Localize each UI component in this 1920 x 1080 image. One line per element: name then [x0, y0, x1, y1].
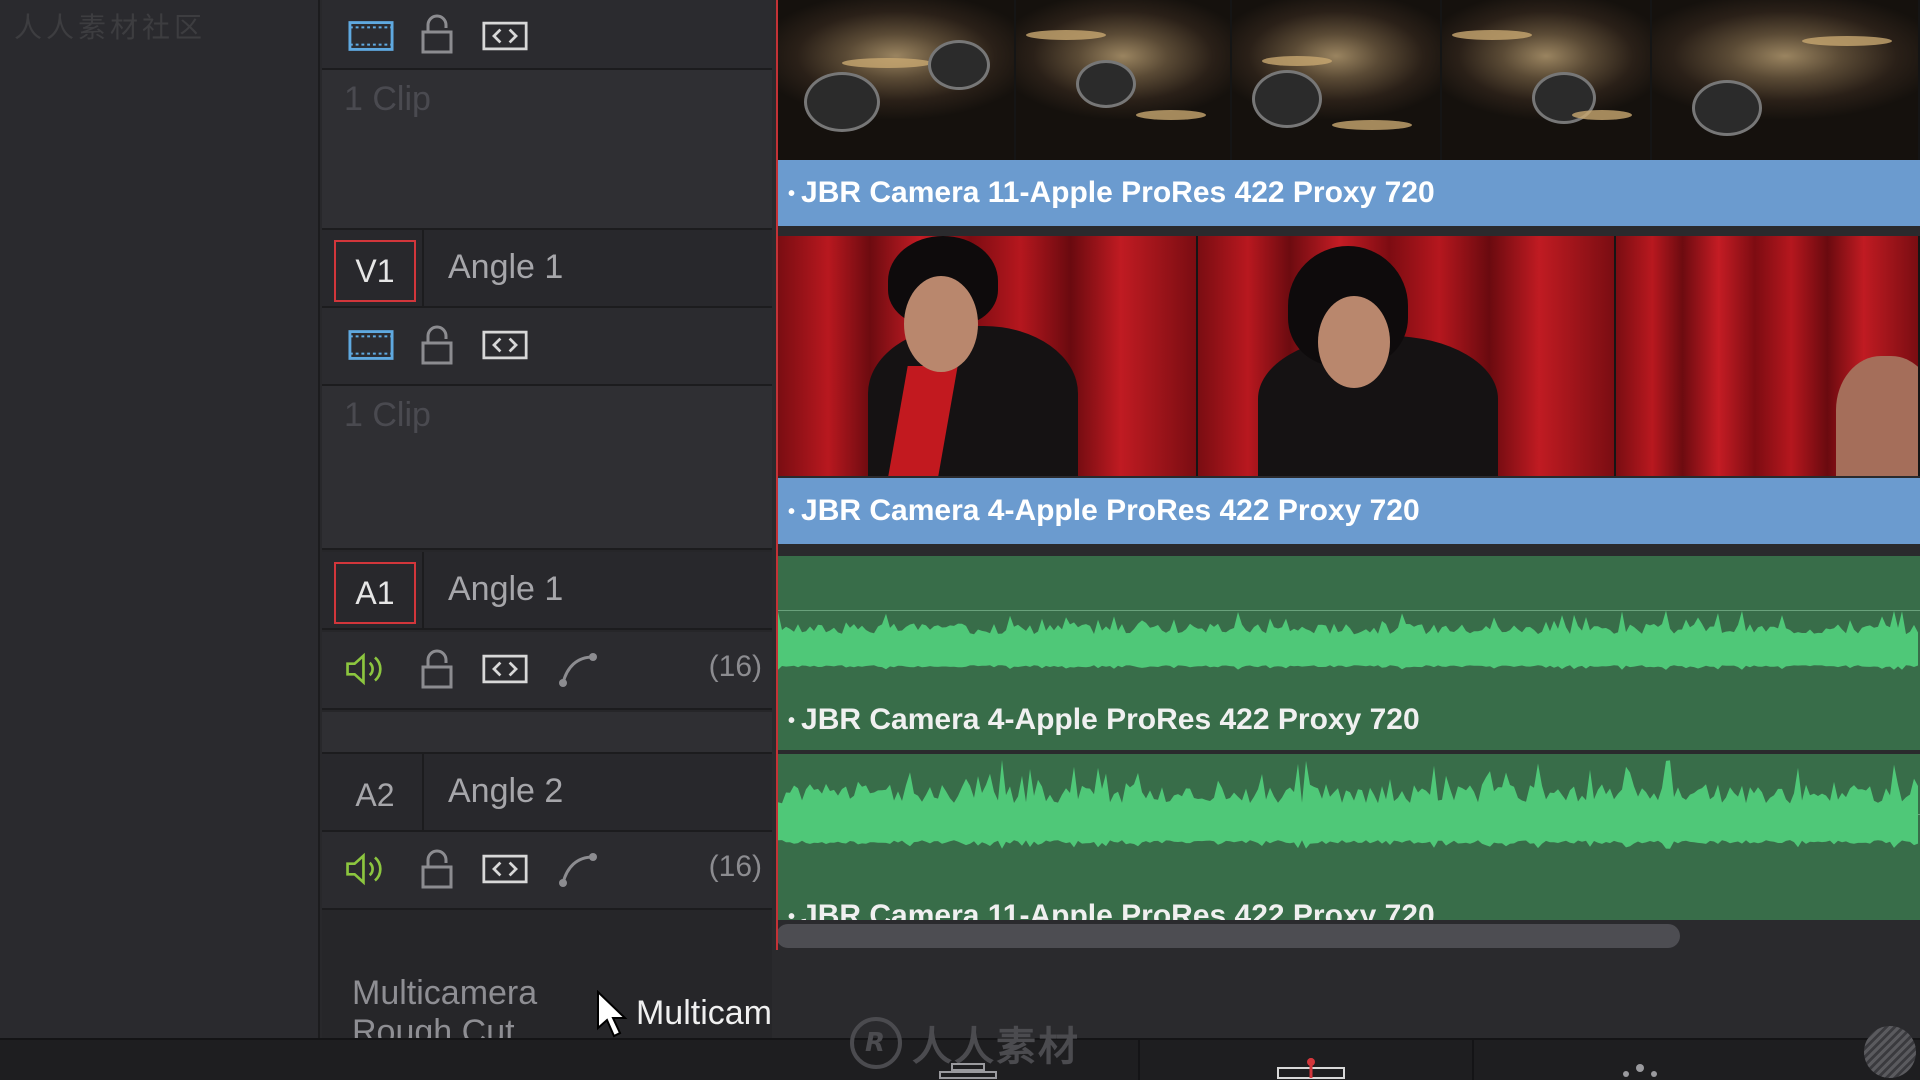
- edit-page-icon[interactable]: [1276, 1058, 1346, 1080]
- film-strip-icon[interactable]: [348, 16, 394, 56]
- divider: [422, 230, 424, 308]
- fusion-page-icon[interactable]: [1616, 1060, 1666, 1080]
- track-a1-header[interactable]: A1 Angle 1: [322, 552, 772, 630]
- clip-count: 1 Clip: [344, 396, 431, 434]
- lock-icon[interactable]: [414, 325, 460, 365]
- clip-name: JBR Camera 4-Apple ProRes 422 Proxy 720: [801, 494, 1420, 527]
- track-name-a2[interactable]: Angle 2: [448, 772, 563, 811]
- auto-select-icon[interactable]: [482, 649, 528, 689]
- resolve-logo-icon: [1864, 1026, 1916, 1078]
- watermark: 人人素材社区: [14, 11, 207, 44]
- auto-select-icon[interactable]: [482, 325, 528, 365]
- left-panel: 人人素材社区: [0, 0, 320, 1038]
- track-header-panel: 1 Clip V1 Angle 1 1 Clip A1 Angle 1 (16)…: [322, 0, 772, 1051]
- lock-icon[interactable]: [414, 649, 460, 689]
- auto-select-icon[interactable]: [482, 16, 528, 56]
- auto-select-icon[interactable]: [482, 849, 528, 889]
- track-v1-header[interactable]: V1 Angle 1: [322, 230, 772, 308]
- watermark-logo-icon: R: [850, 1017, 902, 1069]
- thumbnail: [1616, 236, 1920, 476]
- thumbnail: [778, 0, 1016, 160]
- curve-icon[interactable]: [556, 849, 602, 889]
- clip-name: JBR Camera 11-Apple ProRes 422 Proxy 720: [801, 899, 1435, 920]
- clip-label: • JBR Camera 11-Apple ProRes 422 Proxy 72…: [778, 886, 1920, 920]
- channel-count: (16): [708, 850, 762, 883]
- clip-count: 1 Clip: [344, 80, 431, 118]
- track-a2-controls: (16): [322, 832, 772, 910]
- resolve-multicam-timeline: 人人素材社区 1 Clip V1 Angle 1 1 Clip A1 Angle…: [0, 0, 1920, 1080]
- track-v1-controls: [322, 308, 772, 386]
- thumbnail: [1232, 0, 1442, 160]
- track-v2-controls: [322, 0, 772, 70]
- thumbnail: [1198, 236, 1616, 476]
- clip-label: • JBR Camera 4-Apple ProRes 422 Proxy 720: [778, 690, 1920, 750]
- clip-name: JBR Camera 11-Apple ProRes 422 Proxy 720: [801, 176, 1435, 209]
- divider: [422, 754, 424, 832]
- breadcrumb-current: Multicam: [635, 993, 772, 1032]
- track-a2-header[interactable]: A2 Angle 2: [322, 754, 772, 832]
- audio-clip-a2[interactable]: • JBR Camera 11-Apple ProRes 422 Proxy 72…: [778, 754, 1920, 920]
- track-tag-a1[interactable]: A1: [334, 562, 416, 624]
- track-name-v1[interactable]: Angle 1: [448, 248, 563, 287]
- thumbnail: [1442, 0, 1652, 160]
- audio-clip-a1[interactable]: • JBR Camera 4-Apple ProRes 422 Proxy 720: [778, 556, 1920, 750]
- thumbnail: [1652, 0, 1920, 160]
- clip-name: JBR Camera 4-Apple ProRes 422 Proxy 720: [801, 703, 1420, 736]
- divider: [422, 552, 424, 630]
- playhead[interactable]: [776, 0, 778, 950]
- track-tag-a2[interactable]: A2: [334, 764, 416, 826]
- waveform: [778, 610, 1918, 670]
- channel-count: (16): [708, 650, 762, 683]
- lock-icon[interactable]: [414, 14, 460, 54]
- track-name-a1[interactable]: Angle 1: [448, 570, 563, 609]
- video-clip-v1[interactable]: • JBR Camera 4-Apple ProRes 422 Proxy 720: [778, 236, 1920, 544]
- mouse-cursor-icon: [596, 989, 630, 1045]
- track-a1-spacer: [322, 712, 772, 754]
- horizontal-scrollbar[interactable]: [776, 924, 1680, 948]
- page-icon[interactable]: [936, 1060, 1000, 1080]
- film-strip-icon[interactable]: [348, 325, 394, 365]
- track-v2-clip-area: 1 Clip: [322, 70, 772, 230]
- waveform: [778, 759, 1918, 849]
- clip-thumbnails: [778, 0, 1920, 160]
- thumbnail: [1016, 0, 1232, 160]
- thumbnail: [778, 236, 1198, 476]
- lock-icon[interactable]: [414, 849, 460, 889]
- speaker-icon[interactable]: [344, 649, 390, 689]
- speaker-icon[interactable]: [344, 849, 390, 889]
- video-clip-v2[interactable]: • JBR Camera 11-Apple ProRes 422 Proxy 72…: [778, 0, 1920, 226]
- clip-label: • JBR Camera 11-Apple ProRes 422 Proxy 72…: [778, 160, 1920, 226]
- timeline-area[interactable]: • JBR Camera 11-Apple ProRes 422 Proxy 72…: [772, 0, 1920, 1038]
- clip-label: • JBR Camera 4-Apple ProRes 422 Proxy 720: [778, 478, 1920, 544]
- track-tag-v1[interactable]: V1: [334, 240, 416, 302]
- track-v1-clip-area: 1 Clip: [322, 386, 772, 550]
- track-a1-controls: (16): [322, 632, 772, 710]
- clip-thumbnails: [778, 236, 1920, 476]
- curve-icon[interactable]: [556, 649, 602, 689]
